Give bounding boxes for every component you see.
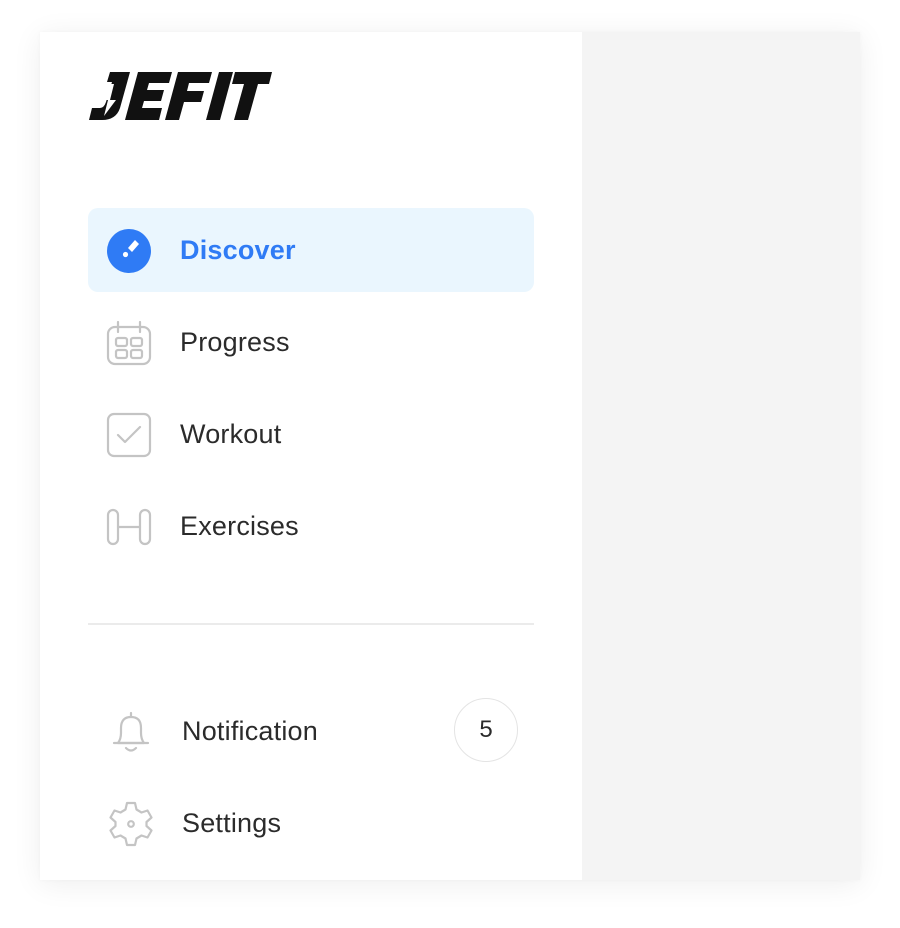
nav-item-label: Notification <box>182 715 318 746</box>
checkbox-icon <box>106 412 152 458</box>
nav-item-label: Progress <box>180 326 290 357</box>
nav-item-label: Workout <box>180 418 282 449</box>
bell-icon <box>108 709 154 755</box>
main-content-area <box>582 32 860 880</box>
nav-item-exercises[interactable]: Exercises <box>88 484 534 568</box>
nav-item-discover[interactable]: Discover <box>88 208 534 292</box>
sidebar: Discover Progress Workout Exercises Noti… <box>40 32 582 880</box>
gear-icon <box>108 801 154 847</box>
nav-item-workout[interactable]: Workout <box>88 392 534 476</box>
nav-item-label: Settings <box>182 807 282 838</box>
jefit-logo[interactable] <box>88 70 272 122</box>
nav-item-label: Exercises <box>180 510 299 541</box>
dumbbell-icon <box>106 504 152 550</box>
notification-count-badge: 5 <box>454 698 518 762</box>
nav-item-notification[interactable]: Notification 5 <box>88 689 534 773</box>
nav-item-label: Discover <box>180 234 296 265</box>
nav-item-settings[interactable]: Settings <box>88 781 534 865</box>
jefit-logo-mark <box>89 72 272 120</box>
calendar-icon <box>106 320 152 366</box>
compass-icon <box>106 228 152 274</box>
nav-item-progress[interactable]: Progress <box>88 300 534 384</box>
divider <box>88 623 534 625</box>
app-window: Discover Progress Workout Exercises Noti… <box>40 32 860 880</box>
